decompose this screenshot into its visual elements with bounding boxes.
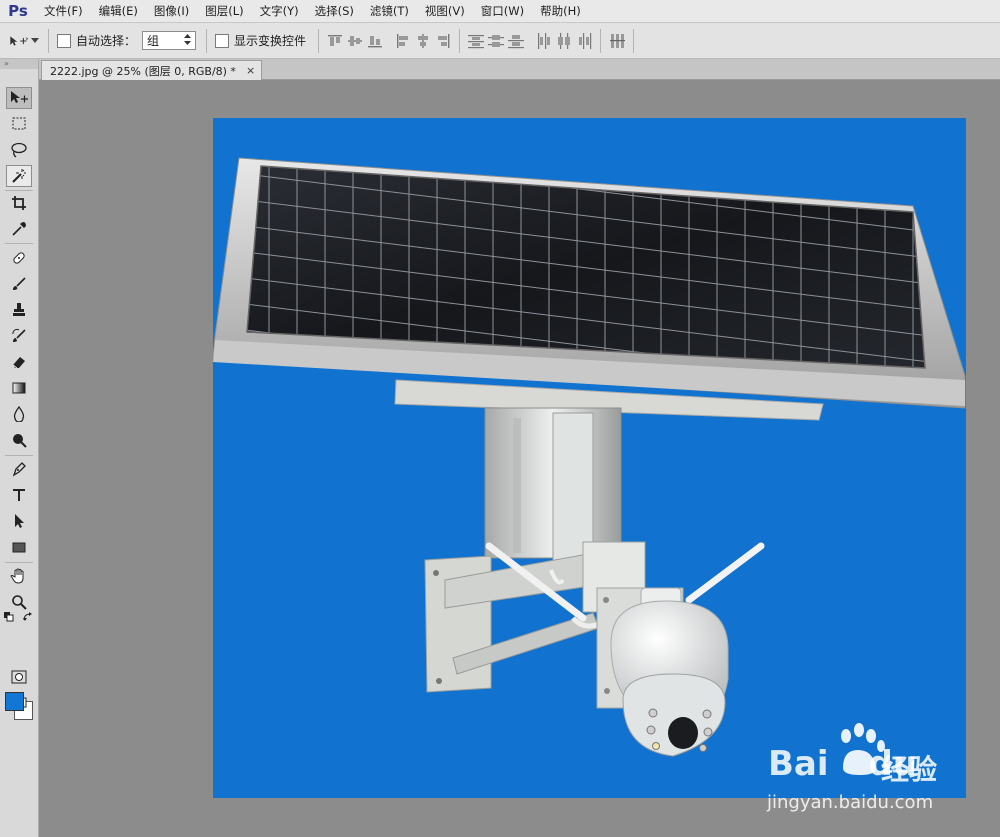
swap-colors-icon[interactable] <box>22 611 34 623</box>
tools-panel: » <box>0 59 39 837</box>
distribute-right-icon[interactable] <box>574 31 594 51</box>
panel-collapse-grip[interactable]: » <box>0 59 38 69</box>
align-left-edges-icon[interactable] <box>393 31 413 51</box>
clone-stamp-tool-icon[interactable] <box>6 299 32 321</box>
photoshop-logo: Ps <box>8 2 28 20</box>
show-transform-checkbox[interactable] <box>215 33 230 48</box>
menu-window[interactable]: 窗口(W) <box>473 0 532 22</box>
auto-align-layers-icon[interactable] <box>607 31 627 51</box>
distribute-bottom-icon[interactable] <box>506 31 526 51</box>
history-brush-tool-icon[interactable] <box>6 325 32 347</box>
auto-select-dropdown[interactable]: 组 <box>142 31 197 50</box>
solar-camera-photo <box>213 157 966 775</box>
align-top-edges-icon[interactable] <box>325 31 345 51</box>
separator <box>459 28 461 53</box>
default-colors-icon[interactable] <box>3 611 15 623</box>
separator <box>600 28 602 53</box>
eyedropper-tool-icon[interactable] <box>6 218 32 240</box>
align-bottom-edges-icon[interactable] <box>365 31 385 51</box>
menu-file[interactable]: 文件(F) <box>36 0 91 22</box>
quick-mask-icon[interactable] <box>6 666 32 688</box>
menu-select[interactable]: 选择(S) <box>307 0 362 22</box>
marquee-tool-icon[interactable] <box>6 113 32 135</box>
baidu-watermark-jingyan: 经验 <box>881 753 938 786</box>
blur-tool-icon[interactable] <box>6 403 32 425</box>
menu-filter[interactable]: 滤镜(T) <box>362 0 417 22</box>
menu-image[interactable]: 图像(I) <box>146 0 197 22</box>
menu-bar: Ps 文件(F) 编辑(E) 图像(I) 图层(L) 文字(Y) 选择(S) 滤… <box>0 0 1000 23</box>
align-vertical-centers-icon[interactable] <box>345 31 365 51</box>
baidu-watermark-url: jingyan.baidu.com <box>767 792 934 813</box>
eraser-tool-icon[interactable] <box>6 351 32 373</box>
document-tab-bar: 2222.jpg @ 25% (图层 0, RGB/8) * × <box>39 59 1000 80</box>
path-selection-tool-icon[interactable] <box>6 510 32 532</box>
auto-select-value: 组 <box>147 34 160 48</box>
menu-edit[interactable]: 编辑(E) <box>91 0 146 22</box>
menu-view[interactable]: 视图(V) <box>417 0 473 22</box>
document-area: 2222.jpg @ 25% (图层 0, RGB/8) * × Bai du … <box>39 59 1000 837</box>
distribute-top-icon[interactable] <box>466 31 486 51</box>
move-tool-preset-icon[interactable] <box>8 31 28 51</box>
distribute-left-icon[interactable] <box>534 31 554 51</box>
lasso-tool-icon[interactable] <box>6 139 32 161</box>
document-tab[interactable]: 2222.jpg @ 25% (图层 0, RGB/8) * × <box>41 60 263 80</box>
move-tool-icon[interactable] <box>6 87 32 109</box>
rectangle-tool-icon[interactable] <box>6 536 32 558</box>
distribute-vertical-centers-icon[interactable] <box>486 31 506 51</box>
options-bar: 自动选择： 组 显示变换控件 <box>0 23 1000 59</box>
document-canvas[interactable]: Bai du 经验 <box>213 118 966 798</box>
align-horizontal-centers-icon[interactable] <box>413 31 433 51</box>
separator <box>318 28 320 53</box>
separator <box>633 28 635 53</box>
hand-tool-icon[interactable] <box>6 565 32 587</box>
zoom-tool-icon[interactable] <box>6 591 32 613</box>
spinner-arrows-icon <box>184 33 192 48</box>
healing-brush-tool-icon[interactable] <box>6 247 32 269</box>
separator <box>48 28 49 53</box>
foreground-color-swatch-front[interactable] <box>5 692 24 711</box>
magic-wand-tool-icon[interactable] <box>6 165 32 187</box>
crop-tool-icon[interactable] <box>6 192 32 214</box>
auto-select-checkbox[interactable] <box>57 33 71 48</box>
auto-select-label: 自动选择： <box>76 34 137 48</box>
document-tab-title: 2222.jpg @ 25% (图层 0, RGB/8) * <box>50 64 236 78</box>
menu-type[interactable]: 文字(Y) <box>252 0 307 22</box>
dodge-tool-icon[interactable] <box>6 429 32 451</box>
pen-tool-icon[interactable] <box>6 458 32 480</box>
menu-layer[interactable]: 图层(L) <box>197 0 251 22</box>
show-transform-label: 显示变换控件 <box>234 34 307 48</box>
align-right-edges-icon[interactable] <box>433 31 453 51</box>
menu-help[interactable]: 帮助(H) <box>532 0 589 22</box>
type-tool-icon[interactable] <box>6 484 32 506</box>
brush-tool-icon[interactable] <box>6 273 32 295</box>
distribute-horizontal-centers-icon[interactable] <box>554 31 574 51</box>
preset-dropdown-icon[interactable] <box>28 31 42 51</box>
separator <box>206 28 208 53</box>
close-icon[interactable]: × <box>246 64 255 77</box>
gradient-tool-icon[interactable] <box>6 377 32 399</box>
